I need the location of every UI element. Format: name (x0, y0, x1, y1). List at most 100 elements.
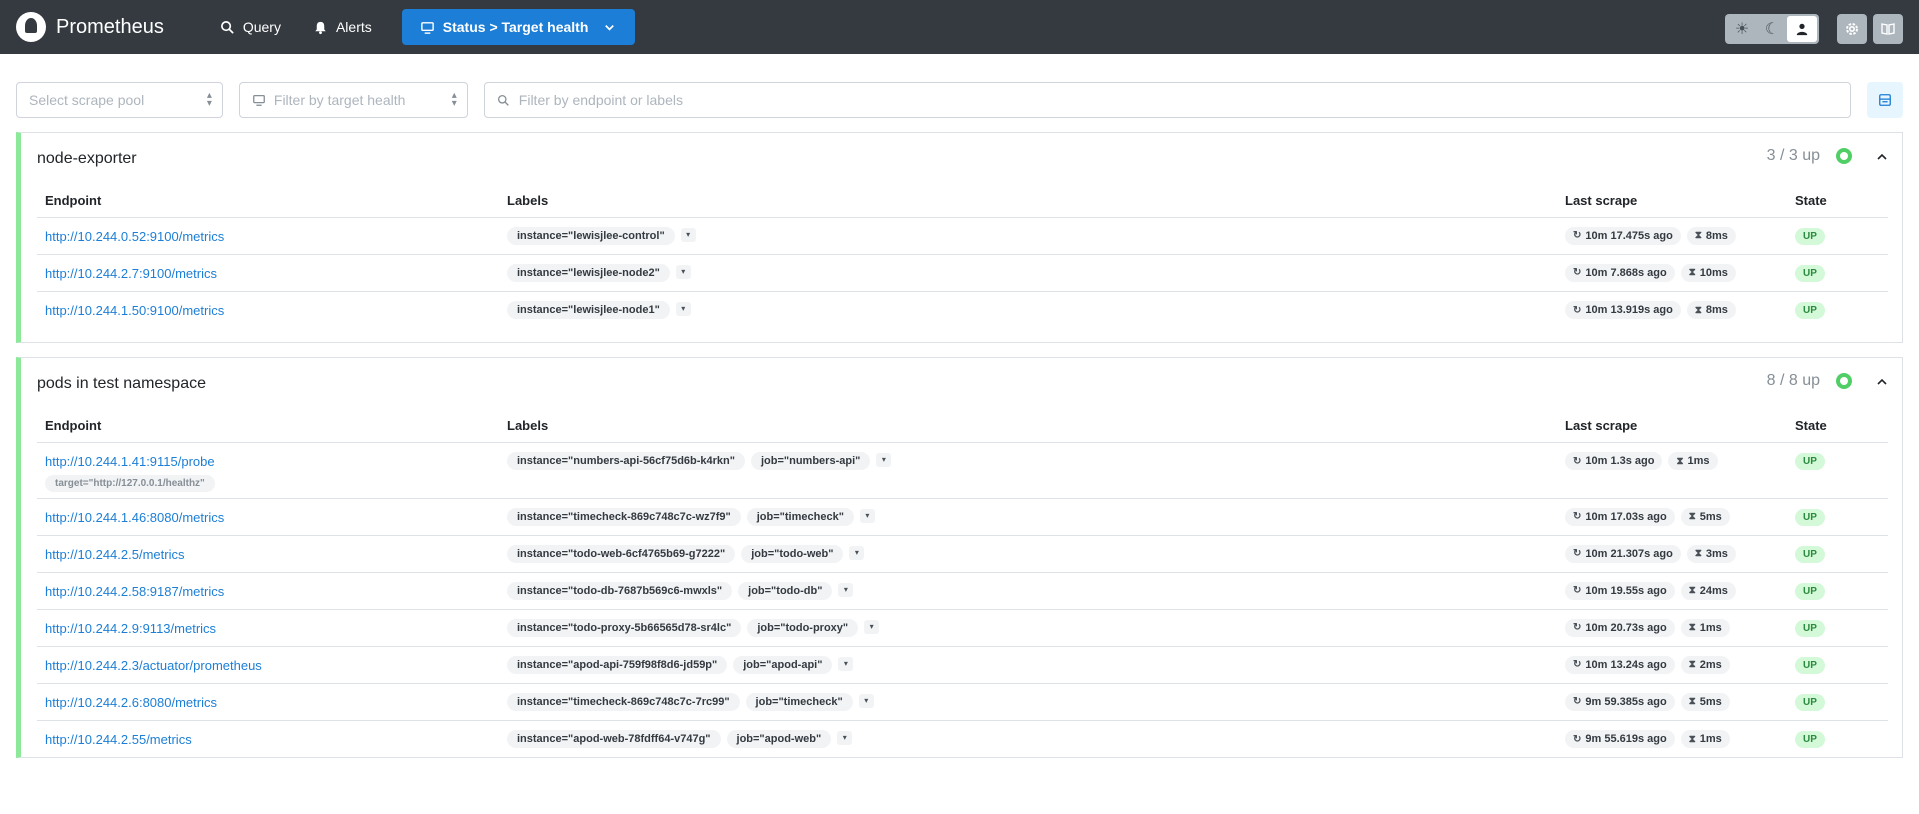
chevron-down-icon[interactable]: ▾ (680, 228, 696, 243)
last-scrape-pill: ↻ 10m 7.868s ago (1565, 263, 1675, 282)
pool-up-count: 3 / 3 up (1766, 147, 1820, 164)
endpoint-link[interactable]: http://10.244.1.41:9115/probe (45, 443, 491, 469)
last-scrape-pill: ↻ 10m 20.73s ago (1565, 618, 1675, 637)
hourglass-icon: ⧗ (1688, 659, 1696, 671)
label-pill: instance="numbers-api-56cf75d6b-k4rkn" (507, 451, 745, 470)
nav-status-dropdown[interactable]: Status > Target health (401, 9, 636, 45)
col-state: State (1787, 185, 1888, 218)
endpoint-link[interactable]: http://10.244.1.46:8080/metrics (45, 499, 491, 525)
hourglass-icon: ⧗ (1688, 585, 1696, 597)
state-badge: UP (1795, 582, 1825, 600)
monitor-icon (420, 21, 434, 34)
layout-toggle-icon[interactable] (1867, 82, 1903, 118)
table-row: http://10.244.2.6:8080/metrics instance=… (37, 683, 1888, 721)
nav-query[interactable]: Query (204, 9, 297, 45)
scrape-duration-pill: ⧗ 8ms (1686, 226, 1736, 245)
col-endpoint: Endpoint (37, 185, 499, 218)
label-pill: instance="todo-db-7687b569c6-mwxls" (507, 581, 733, 600)
scrape-duration-pill: ⧗ 10ms (1680, 263, 1736, 282)
moon-icon[interactable]: ☾ (1757, 16, 1787, 42)
book-icon[interactable] (1873, 14, 1903, 44)
chevron-up-icon[interactable] (1876, 151, 1888, 163)
table-row: http://10.244.2.58:9187/metrics instance… (37, 572, 1888, 610)
brand[interactable]: Prometheus (16, 12, 164, 42)
label-pill: job="numbers-api" (750, 451, 871, 470)
chevron-down-icon[interactable]: ▾ (876, 453, 892, 468)
endpoint-link[interactable]: http://10.244.2.6:8080/metrics (45, 684, 491, 710)
refresh-icon: ↻ (1573, 696, 1582, 708)
refresh-icon: ↻ (1573, 455, 1582, 467)
health-ring-icon (1836, 373, 1852, 389)
hourglass-icon: ⧗ (1688, 511, 1696, 523)
chevron-down-icon[interactable]: ▾ (837, 731, 853, 746)
endpoint-link[interactable]: http://10.244.2.5/metrics (45, 536, 491, 562)
label-pill: job="todo-proxy" (747, 618, 859, 637)
prometheus-logo-icon (16, 12, 46, 42)
hourglass-icon: ⧗ (1688, 733, 1696, 745)
table-row: http://10.244.1.41:9115/probe target="ht… (37, 442, 1888, 499)
filter-bar: Select scrape pool ▴ ▾ Filter by target h… (0, 82, 1919, 118)
table-row: http://10.244.2.9:9113/metrics instance=… (37, 609, 1888, 647)
chevron-down-icon[interactable]: ▾ (849, 546, 865, 561)
endpoint-link[interactable]: http://10.244.1.50:9100/metrics (45, 292, 491, 318)
endpoint-link[interactable]: http://10.244.2.9:9113/metrics (45, 610, 491, 636)
hourglass-icon: ⧗ (1694, 548, 1702, 560)
endpoint-search-input[interactable]: Filter by endpoint or labels (483, 82, 1852, 118)
chevron-up-icon[interactable] (1876, 376, 1888, 388)
search-icon (220, 20, 234, 34)
hourglass-icon: ⧗ (1694, 230, 1702, 242)
col-labels: Labels (499, 410, 1557, 443)
chevron-down-icon[interactable]: ▾ (675, 302, 691, 317)
app-title: Prometheus (56, 15, 164, 38)
state-badge: UP (1795, 693, 1825, 711)
auto-theme-icon[interactable] (1787, 16, 1817, 42)
last-scrape-pill: ↻ 10m 13.919s ago (1565, 301, 1681, 319)
pool-title: node-exporter (37, 150, 137, 167)
pool-title: pods in test namespace (37, 375, 206, 392)
refresh-icon: ↻ (1573, 622, 1582, 634)
chevron-down-icon[interactable]: ▾ (864, 620, 880, 635)
sun-icon[interactable]: ☀ (1727, 16, 1757, 42)
targets-table: Endpoint Labels Last scrape State http:/… (37, 185, 1888, 328)
table-row: http://10.244.1.50:9100/metrics instance… (37, 291, 1888, 328)
monitor-icon (252, 94, 265, 106)
scrape-duration-pill: ⧗ 5ms (1680, 692, 1730, 711)
scrape-duration-pill: ⧗ 5ms (1680, 507, 1730, 526)
table-row: http://10.244.2.55/metrics instance="apo… (37, 720, 1888, 757)
chevron-down-icon[interactable]: ▾ (838, 583, 854, 598)
scrape-pool-select[interactable]: Select scrape pool ▴ ▾ (16, 82, 223, 118)
endpoint-link[interactable]: http://10.244.2.7:9100/metrics (45, 255, 491, 281)
chevron-down-icon[interactable]: ▾ (838, 657, 854, 672)
scrape-duration-pill: ⧗ 3ms (1686, 544, 1736, 563)
label-pill: instance="todo-web-6cf4765b69-g7222" (507, 544, 736, 563)
chevron-down-icon[interactable]: ▾ (859, 509, 875, 524)
refresh-icon: ↻ (1573, 511, 1582, 523)
label-pill: instance="apod-web-78fdff64-v747g" (507, 729, 721, 748)
table-row: http://10.244.0.52:9100/metrics instance… (37, 217, 1888, 255)
state-badge: UP (1795, 656, 1825, 674)
col-last-scrape: Last scrape (1557, 410, 1787, 443)
chevron-updown-icon: ▴ ▾ (451, 90, 457, 109)
endpoint-link[interactable]: http://10.244.0.52:9100/metrics (45, 218, 491, 244)
last-scrape-pill: ↻ 10m 1.3s ago (1565, 452, 1663, 470)
label-pill: instance="lewisjlee-node1" (507, 300, 670, 319)
last-scrape-pill: ↻ 9m 59.385s ago (1565, 692, 1675, 711)
state-badge: UP (1795, 730, 1825, 748)
nav-alerts[interactable]: Alerts (297, 9, 388, 45)
theme-toggle-group: ☀ ☾ (1725, 14, 1819, 44)
endpoint-link[interactable]: http://10.244.2.55/metrics (45, 721, 491, 747)
endpoint-link[interactable]: http://10.244.2.58:9187/metrics (45, 573, 491, 599)
endpoint-link[interactable]: http://10.244.2.3/actuator/prometheus (45, 647, 491, 673)
chevron-down-icon[interactable]: ▾ (675, 265, 691, 280)
scrape-duration-pill: ⧗ 1ms (1680, 618, 1730, 637)
state-badge: UP (1795, 452, 1825, 470)
label-pill: instance="timecheck-869c748c7c-wz7f9" (507, 507, 741, 526)
label-pill: job="todo-web" (741, 544, 844, 563)
chevron-updown-icon: ▴ ▾ (206, 90, 212, 109)
state-badge: UP (1795, 619, 1825, 637)
refresh-icon: ↻ (1573, 304, 1582, 316)
scrape-pool-node-exporter: node-exporter 3 / 3 up Endpoint Labels L… (16, 132, 1903, 343)
target-health-select[interactable]: Filter by target health ▴ ▾ (238, 82, 468, 118)
settings-gear-icon[interactable] (1837, 14, 1867, 44)
chevron-down-icon[interactable]: ▾ (858, 694, 874, 709)
